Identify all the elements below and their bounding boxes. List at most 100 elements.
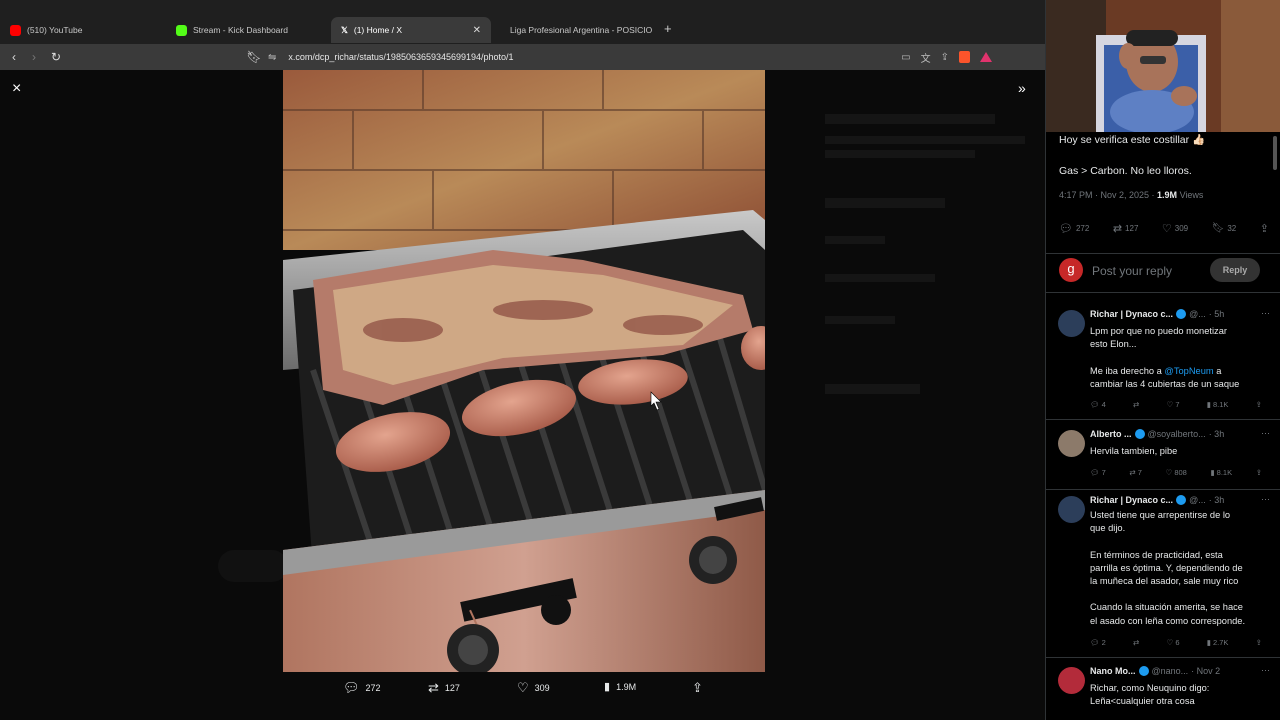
reply-like-button[interactable]: ♡ 808 bbox=[1166, 468, 1187, 477]
viewer-views-button[interactable]: ▮ 1.9M bbox=[604, 680, 636, 693]
translate-icon[interactable]: 文 bbox=[921, 50, 931, 65]
close-viewer-icon[interactable]: × bbox=[12, 80, 21, 98]
tweet-like-button[interactable]: ♡ 309 bbox=[1162, 222, 1188, 235]
reply-text: Usted tiene que arrepentirse de lo que d… bbox=[1090, 509, 1262, 628]
tab-kick[interactable]: Stream - Kick Dashboard bbox=[166, 17, 331, 43]
url-text: x.com/dcp_richar/status/1985063659345699… bbox=[288, 52, 514, 62]
avatar[interactable] bbox=[1058, 496, 1085, 523]
reply-time[interactable]: · 5h bbox=[1209, 309, 1225, 319]
more-options-icon[interactable]: ⋯ bbox=[1261, 308, 1270, 319]
like-count: 7 bbox=[1175, 400, 1180, 409]
author-handle[interactable]: @... bbox=[1189, 309, 1206, 319]
reply-line: Usted tiene que arrepentirse de lo bbox=[1090, 510, 1231, 520]
author-handle[interactable]: @soyalberto... bbox=[1148, 429, 1206, 439]
author-name[interactable]: Alberto ... bbox=[1090, 429, 1132, 439]
reload-icon[interactable]: ↻ bbox=[46, 50, 66, 64]
like-count: 309 bbox=[534, 683, 550, 693]
reply-views-button[interactable]: ▮ 2.7K bbox=[1207, 638, 1229, 647]
reply-retweet-button[interactable]: ⇄ bbox=[1133, 638, 1139, 647]
author-name[interactable]: Nano Mo... bbox=[1090, 666, 1136, 676]
reply-item[interactable]: Nano Mo... @nano... · Nov 2 ⋯ Richar, co… bbox=[1046, 661, 1280, 706]
retweet-icon: ⇄ bbox=[428, 680, 439, 695]
close-tab-icon[interactable]: ✕ bbox=[473, 25, 481, 36]
url-field[interactable]: ⇋ x.com/dcp_richar/status/19850636593456… bbox=[268, 47, 992, 67]
back-icon[interactable]: ‹ bbox=[4, 50, 24, 64]
forward-icon[interactable]: › bbox=[24, 50, 44, 64]
like-count: 309 bbox=[1174, 224, 1189, 233]
reply-text-fragment: Me iba derecho a bbox=[1090, 365, 1165, 376]
reply-reply-button[interactable]: 💬︎ 2 bbox=[1090, 638, 1106, 647]
brave-shield-icon[interactable] bbox=[959, 51, 970, 63]
site-settings-icon[interactable]: ⇋ bbox=[268, 52, 276, 63]
more-options-icon[interactable]: ⋯ bbox=[1261, 665, 1270, 676]
reply-views-button[interactable]: ▮ 8.1K bbox=[1207, 400, 1229, 409]
tweet-text-line-2: Gas > Carbon. No leo lloros. bbox=[1059, 165, 1192, 177]
bookmark-icon[interactable]: 🔖︎ bbox=[244, 50, 264, 64]
reply-time[interactable]: · 3h bbox=[1209, 495, 1225, 505]
tweet-timestamp[interactable]: 4:17 PM · Nov 2, 2025 · bbox=[1059, 190, 1157, 200]
more-options-icon[interactable]: ⋯ bbox=[1261, 494, 1270, 505]
retweet-icon: ⇄ bbox=[1112, 223, 1123, 235]
new-tab-icon[interactable]: + bbox=[664, 21, 672, 36]
like-count: 808 bbox=[1174, 468, 1187, 477]
reply-like-button[interactable]: ♡ 7 bbox=[1167, 400, 1180, 409]
webcam-overlay bbox=[1046, 0, 1280, 132]
verified-badge-icon bbox=[1134, 428, 1145, 439]
viewer-retweet-button[interactable]: ⇄ 127 bbox=[428, 680, 460, 696]
author-name[interactable]: Richar | Dynaco c... bbox=[1090, 495, 1173, 505]
reply-header: Alberto ... @soyalberto... · 3h ⋯ bbox=[1090, 428, 1270, 439]
panel-scrollbar[interactable] bbox=[1272, 132, 1278, 702]
more-options-icon[interactable]: ⋯ bbox=[1261, 428, 1270, 439]
author-name[interactable]: Richar | Dynaco c... bbox=[1090, 309, 1173, 319]
reply-reply-button[interactable]: 💬︎ 7 bbox=[1090, 468, 1106, 477]
tab-liga[interactable]: Liga Profesional Argentina - POSICIO bbox=[494, 17, 659, 43]
brave-rewards-icon[interactable] bbox=[980, 52, 992, 62]
reply-actions: 💬︎ 2 ⇄ ♡ 6 ▮ 2.7K ⇪ bbox=[1090, 638, 1262, 647]
reply-time[interactable]: · 3h bbox=[1209, 429, 1225, 439]
reply-retweet-button[interactable]: ⇄ 7 bbox=[1129, 468, 1142, 477]
viewer-share-button[interactable]: ⇪ bbox=[692, 680, 703, 696]
mention-link[interactable]: @TopNeum bbox=[1164, 366, 1213, 376]
viewer-reply-button[interactable]: 💬︎ 272 bbox=[343, 680, 381, 696]
reply-share-icon[interactable]: ⇪ bbox=[1256, 638, 1262, 647]
reply-reply-button[interactable]: 💬︎ 4 bbox=[1090, 400, 1106, 409]
tweet-share-button[interactable]: ⇪ bbox=[1260, 222, 1269, 235]
reply-time[interactable]: · Nov 2 bbox=[1191, 666, 1220, 676]
reply-item[interactable]: Richar | Dynaco c... @... · 5h ⋯ Lpm por… bbox=[1046, 304, 1280, 420]
reply-line: Me iba derecho a @TopNeum a bbox=[1090, 365, 1262, 378]
reply-retweet-button[interactable]: ⇄ bbox=[1133, 400, 1139, 409]
reply-like-button[interactable]: ♡ 6 bbox=[1167, 638, 1180, 647]
tweet-retweet-button[interactable]: ⇄ 127 bbox=[1113, 222, 1139, 235]
reply-share-icon[interactable]: ⇪ bbox=[1256, 468, 1262, 477]
reply-actions: 💬︎ 7 ⇄ 7 ♡ 808 ▮ 8.1K ⇪ bbox=[1090, 468, 1262, 477]
avatar[interactable] bbox=[1058, 310, 1085, 337]
reply-line: Cuando la situación amerita, se hace bbox=[1090, 602, 1243, 613]
reply-share-icon[interactable]: ⇪ bbox=[1256, 400, 1262, 409]
tweet-meta: 4:17 PM · Nov 2, 2025 · 1.9M Views bbox=[1059, 190, 1203, 200]
viewer-like-button[interactable]: ♡ 309 bbox=[517, 680, 550, 696]
avatar[interactable] bbox=[1058, 430, 1085, 457]
share-icon[interactable]: ⇪ bbox=[941, 52, 949, 63]
tab-x-home[interactable]: 𝕏 (1) Home / X ✕ bbox=[331, 17, 491, 43]
tweet-reply-button[interactable]: 💬︎ 272 bbox=[1059, 222, 1089, 235]
retweet-count: 7 bbox=[1137, 468, 1142, 477]
reply-item[interactable]: Richar | Dynaco c... @... · 3h ⋯ Usted t… bbox=[1046, 490, 1280, 658]
reply-views-button[interactable]: ▮ 8.1K bbox=[1210, 468, 1232, 477]
tab-youtube[interactable]: (510) YouTube bbox=[0, 17, 168, 43]
cast-icon[interactable]: ▭ bbox=[901, 52, 910, 63]
reply-button[interactable]: Reply bbox=[1210, 258, 1260, 282]
reply-count: 272 bbox=[365, 683, 381, 693]
reply-line: que dijo. bbox=[1090, 523, 1126, 534]
author-handle[interactable]: @... bbox=[1189, 495, 1206, 505]
tweet-bookmark-button[interactable]: 🔖︎ 32 bbox=[1212, 222, 1237, 235]
scrollbar-thumb[interactable] bbox=[1273, 136, 1277, 170]
tab-label: Stream - Kick Dashboard bbox=[193, 25, 288, 35]
author-handle[interactable]: @nano... bbox=[1152, 666, 1189, 676]
avatar[interactable] bbox=[1058, 667, 1085, 694]
bookmark-count: 32 bbox=[1227, 224, 1237, 233]
reply-item[interactable]: Alberto ... @soyalberto... · 3h ⋯ Hervil… bbox=[1046, 424, 1280, 490]
expand-panel-icon[interactable]: » bbox=[1018, 80, 1026, 96]
tweet-views-label: Views bbox=[1177, 190, 1204, 200]
reply-line: Lpm por que no puedo monetizar bbox=[1090, 326, 1227, 336]
reply-input[interactable]: Post your reply bbox=[1092, 264, 1172, 278]
